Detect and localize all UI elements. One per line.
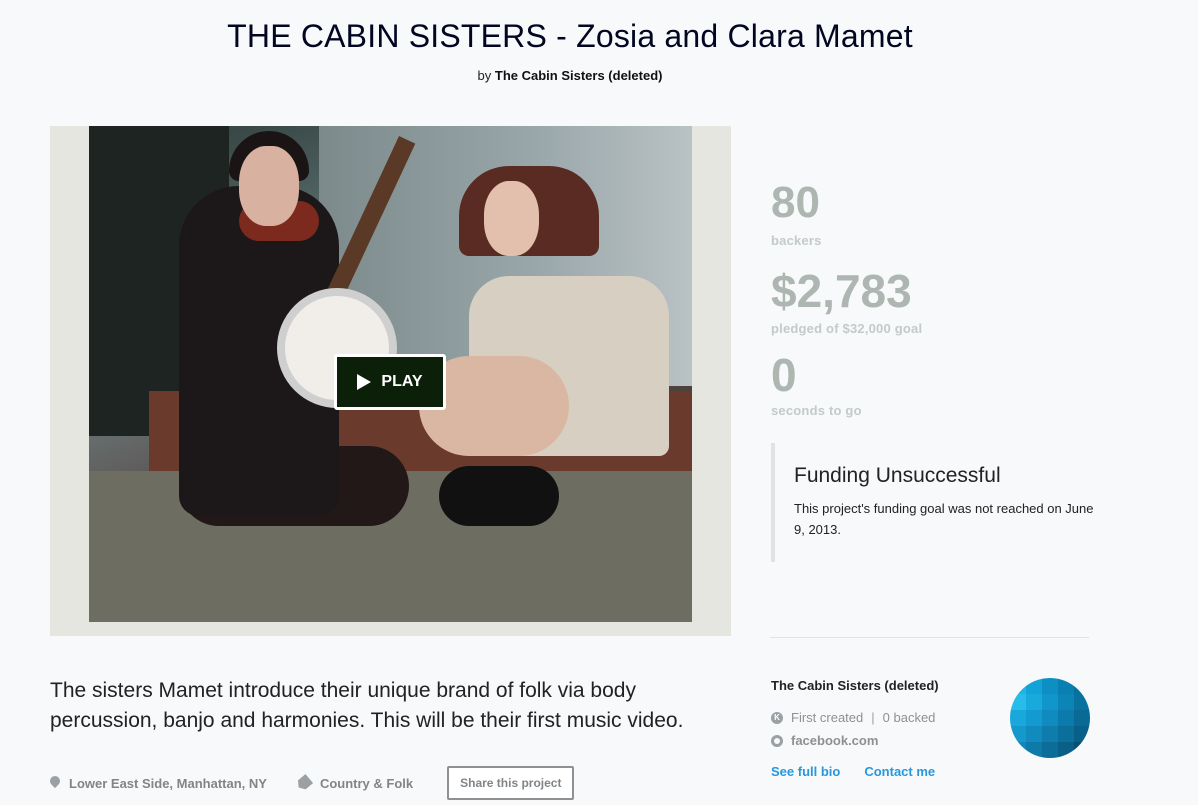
pledged-label: pledged of $32,000 goal	[771, 321, 923, 336]
byline-prefix: by	[477, 68, 492, 83]
funding-status-box: Funding Unsuccessful This project's fund…	[771, 443, 1101, 562]
creator-links: See full bio Contact me	[771, 764, 935, 779]
contact-me-link[interactable]: Contact me	[864, 764, 935, 779]
funding-status-title: Funding Unsuccessful	[794, 464, 1001, 487]
location-label: Lower East Side, Manhattan, NY	[69, 775, 267, 791]
globe-icon	[771, 734, 783, 747]
time-left-label: seconds to go	[771, 403, 862, 418]
funding-status-text: This project's funding goal was not reac…	[794, 501, 1094, 537]
project-meta: Lower East Side, Manhattan, NY Country &…	[50, 766, 575, 800]
project-title: THE CABIN SISTERS - Zosia and Clara Mame…	[227, 18, 913, 54]
category-link[interactable]: Country & Folk	[297, 776, 413, 791]
project-blurb: The sisters Mamet introduce their unique…	[50, 679, 684, 732]
first-created-label: First created	[791, 710, 864, 725]
backers-label: backers	[771, 233, 822, 248]
divider	[770, 637, 1089, 638]
category-label: Country & Folk	[319, 775, 414, 791]
creator-avatar[interactable]	[1010, 678, 1090, 758]
project-byline: by The Cabin Sisters (deleted)	[0, 68, 1140, 83]
play-icon	[357, 374, 372, 390]
time-left-count: 0	[771, 349, 797, 401]
pledged-amount: $2,783	[771, 265, 912, 317]
play-button[interactable]: PLAY	[334, 354, 446, 410]
backed-count: 0 backed	[882, 710, 936, 725]
share-project-button[interactable]: Share this project	[447, 766, 575, 800]
tag-icon	[295, 774, 313, 792]
location-pin-icon	[50, 776, 60, 790]
website-label[interactable]: facebook.com	[791, 733, 878, 748]
location-link[interactable]: Lower East Side, Manhattan, NY	[50, 776, 267, 791]
kickstarter-k-icon: K	[771, 711, 783, 724]
see-full-bio-link[interactable]: See full bio	[771, 764, 840, 779]
backers-count: 80	[771, 178, 820, 227]
separator: |	[871, 710, 875, 725]
play-label: PLAY	[381, 373, 423, 390]
creator-history: K First created | 0 backed	[771, 710, 935, 725]
creator-website[interactable]: facebook.com	[771, 733, 878, 748]
creator-link[interactable]: The Cabin Sisters (deleted)	[495, 68, 663, 83]
